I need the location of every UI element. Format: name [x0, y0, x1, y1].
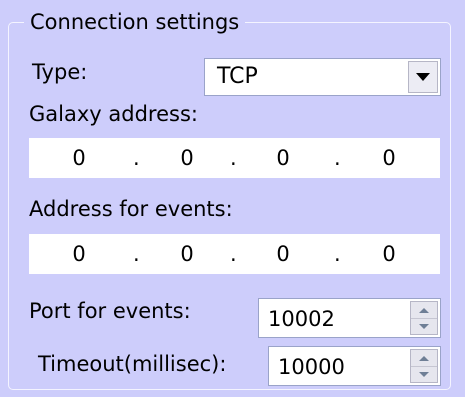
ip-separator: . [133, 146, 140, 170]
events-address-octet-3[interactable]: 0 [263, 241, 303, 267]
galaxy-address-label: Galaxy address: [29, 102, 198, 126]
group-title: Connection settings [24, 10, 246, 34]
type-dropdown[interactable]: TCP [204, 58, 441, 96]
spin-down-arrow-icon [419, 323, 429, 329]
port-events-spin-buttons [410, 301, 438, 335]
ip-separator: . [334, 242, 341, 266]
timeout-label: Timeout(millisec): [38, 352, 227, 376]
galaxy-address-octet-1[interactable]: 0 [59, 145, 99, 171]
galaxy-address-input[interactable]: 0 . 0 . 0 . 0 [29, 138, 440, 178]
timeout-spin-buttons [410, 349, 438, 383]
dropdown-button[interactable] [408, 61, 438, 93]
connection-settings-panel: Connection settings Type: TCP Galaxy add… [0, 0, 465, 397]
port-events-decrement-button[interactable] [411, 318, 437, 334]
timeout-value[interactable]: 10000 [278, 354, 345, 380]
chevron-down-icon [416, 73, 430, 81]
port-events-spinner[interactable]: 10002 [258, 298, 441, 338]
timeout-increment-button[interactable] [411, 350, 437, 367]
spin-up-arrow-icon [419, 355, 429, 361]
spin-up-arrow-icon [419, 307, 429, 313]
events-address-octet-1[interactable]: 0 [59, 241, 99, 267]
galaxy-address-octet-2[interactable]: 0 [167, 145, 207, 171]
type-dropdown-value: TCP [217, 64, 258, 89]
events-address-label: Address for events: [29, 197, 233, 221]
port-events-increment-button[interactable] [411, 302, 437, 319]
type-label: Type: [32, 60, 88, 84]
ip-separator: . [230, 146, 237, 170]
galaxy-address-octet-3[interactable]: 0 [263, 145, 303, 171]
ip-separator: . [133, 242, 140, 266]
events-address-input[interactable]: 0 . 0 . 0 . 0 [29, 234, 440, 274]
spin-down-arrow-icon [419, 371, 429, 377]
galaxy-address-octet-4[interactable]: 0 [369, 145, 409, 171]
events-address-octet-4[interactable]: 0 [369, 241, 409, 267]
events-address-octet-2[interactable]: 0 [167, 241, 207, 267]
timeout-spinner[interactable]: 10000 [268, 346, 441, 386]
port-events-label: Port for events: [29, 299, 191, 323]
ip-separator: . [334, 146, 341, 170]
timeout-decrement-button[interactable] [411, 366, 437, 382]
ip-separator: . [230, 242, 237, 266]
port-events-value[interactable]: 10002 [268, 306, 335, 332]
